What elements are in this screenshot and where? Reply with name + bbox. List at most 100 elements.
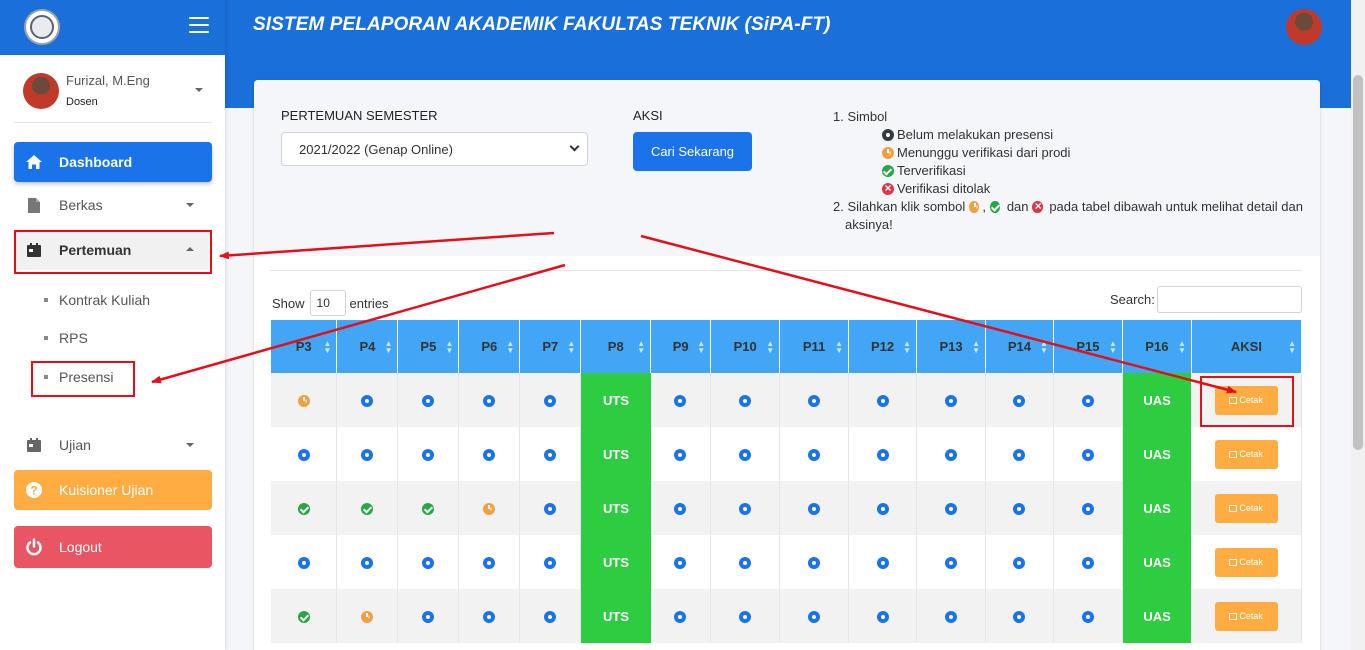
page-scrollbar[interactable] <box>1351 0 1365 650</box>
dot-circle-icon[interactable] <box>945 449 957 462</box>
sidebar-item-pertemuan[interactable]: Pertemuan <box>14 230 212 270</box>
dot-circle-icon[interactable] <box>483 611 496 624</box>
dot-circle-icon[interactable] <box>945 503 957 516</box>
cari-sekarang-button[interactable]: Cari Sekarang <box>633 132 752 171</box>
dot-circle-icon[interactable] <box>1013 449 1026 462</box>
cetak-button[interactable]: Cetak <box>1214 493 1278 523</box>
dot-circle-icon[interactable] <box>1081 395 1094 408</box>
dot-circle-icon[interactable] <box>1013 395 1026 408</box>
user-panel[interactable]: Furizal, M.Eng Dosen <box>14 65 212 123</box>
sidebar-subitem-kontrak-kuliah[interactable]: Kontrak Kuliah <box>44 292 150 308</box>
dot-circle-icon[interactable] <box>422 557 435 570</box>
dot-circle-icon[interactable] <box>945 395 957 408</box>
clock-icon[interactable] <box>483 503 496 516</box>
dot-circle-icon[interactable] <box>808 395 821 408</box>
dot-circle-icon[interactable] <box>1013 557 1026 570</box>
check-circle-icon[interactable] <box>297 611 310 624</box>
dot-circle-icon[interactable] <box>945 611 957 624</box>
dot-circle-icon[interactable] <box>808 611 821 624</box>
check-circle-icon[interactable] <box>361 503 374 516</box>
dot-circle-icon[interactable] <box>739 449 752 462</box>
sidebar-item-berkas[interactable]: Berkas <box>14 185 212 225</box>
semester-select[interactable]: 2021/2022 (Genap Online) <box>281 132 588 166</box>
scrollbar-thumb[interactable] <box>1353 75 1363 450</box>
dot-circle-icon[interactable] <box>674 611 687 624</box>
cetak-button[interactable]: Cetak <box>1214 547 1278 577</box>
cetak-button[interactable]: Cetak <box>1214 385 1278 415</box>
column-header[interactable]: P10 ▲ ▼ <box>710 320 781 373</box>
dot-circle-icon[interactable] <box>297 449 310 462</box>
column-header[interactable]: P3 ▲ ▼ <box>271 320 338 373</box>
column-header[interactable]: P12 ▲ ▼ <box>848 320 918 373</box>
dot-circle-icon[interactable] <box>1081 449 1094 462</box>
column-header[interactable]: P5 ▲ ▼ <box>397 320 460 373</box>
dot-circle-icon[interactable] <box>361 395 374 408</box>
dot-circle-icon[interactable] <box>739 395 752 408</box>
dot-circle-icon[interactable] <box>361 557 374 570</box>
dot-circle-icon[interactable] <box>544 557 557 570</box>
dot-circle-icon[interactable] <box>544 503 557 516</box>
dot-circle-icon[interactable] <box>483 449 496 462</box>
sidebar-item-ujian[interactable]: Ujian <box>14 425 212 465</box>
column-header[interactable]: P15 ▲ ▼ <box>1053 320 1123 373</box>
column-header[interactable]: P8 ▲ ▼ <box>580 320 652 373</box>
sidebar-item-kuisioner-ujian[interactable]: ? Kuisioner Ujian <box>14 470 212 510</box>
column-header[interactable]: P7 ▲ ▼ <box>519 320 582 373</box>
dot-circle-icon[interactable] <box>876 449 889 462</box>
column-header[interactable]: P14 ▲ ▼ <box>985 320 1054 373</box>
dot-circle-icon[interactable] <box>361 449 374 462</box>
dot-circle-icon[interactable] <box>1081 611 1094 624</box>
dot-circle-icon[interactable] <box>422 395 435 408</box>
entries-select[interactable]: 10 <box>309 290 346 316</box>
dot-circle-icon[interactable] <box>1081 557 1094 570</box>
column-header[interactable]: P13 ▲ ▼ <box>916 320 986 373</box>
dot-circle-icon[interactable] <box>297 557 310 570</box>
sidebar-item-logout[interactable]: Logout <box>14 526 212 568</box>
dot-circle-icon[interactable] <box>674 395 687 408</box>
sidebar-item-dashboard[interactable]: Dashboard <box>14 142 212 182</box>
menu-toggle-icon[interactable] <box>189 17 209 33</box>
header-avatar[interactable] <box>1286 9 1322 45</box>
search-input[interactable] <box>1157 286 1302 313</box>
check-circle-icon[interactable] <box>422 503 435 516</box>
sidebar-subitem-rps[interactable]: RPS <box>44 330 88 346</box>
dot-circle-icon[interactable] <box>876 611 889 624</box>
dot-circle-icon[interactable] <box>483 557 496 570</box>
dot-circle-icon[interactable] <box>674 503 687 516</box>
dot-circle-icon[interactable] <box>1081 503 1094 516</box>
dot-circle-icon[interactable] <box>1013 611 1026 624</box>
dot-circle-icon[interactable] <box>739 611 752 624</box>
column-header[interactable]: P6 ▲ ▼ <box>458 320 521 373</box>
dot-circle-icon[interactable] <box>544 611 557 624</box>
dot-circle-icon[interactable] <box>544 449 557 462</box>
dot-circle-icon[interactable] <box>945 557 957 570</box>
dot-circle-icon[interactable] <box>422 449 435 462</box>
clock-icon[interactable] <box>297 395 310 408</box>
column-header[interactable]: P9 ▲ ▼ <box>650 320 712 373</box>
column-header[interactable]: P4 ▲ ▼ <box>336 320 399 373</box>
dot-circle-icon[interactable] <box>483 395 496 408</box>
sidebar-subitem-presensi[interactable]: Presensi <box>44 369 113 385</box>
column-header[interactable]: P16 ▲ ▼ <box>1122 320 1192 373</box>
dot-circle-icon[interactable] <box>808 503 821 516</box>
sort-icon: ▲ ▼ <box>445 339 454 355</box>
dot-circle-icon[interactable] <box>808 449 821 462</box>
dot-circle-icon[interactable] <box>1013 503 1026 516</box>
dot-circle-icon[interactable] <box>422 611 435 624</box>
cetak-button[interactable]: Cetak <box>1214 439 1278 469</box>
dot-circle-icon[interactable] <box>739 557 752 570</box>
column-header[interactable]: AKSI ▲ ▼ <box>1191 320 1302 373</box>
dot-circle-icon[interactable] <box>876 503 889 516</box>
cetak-button[interactable]: Cetak <box>1214 601 1278 631</box>
column-header-label: AKSI <box>1230 339 1262 354</box>
column-header[interactable]: P11 ▲ ▼ <box>779 320 850 373</box>
clock-icon[interactable] <box>361 611 374 624</box>
dot-circle-icon[interactable] <box>674 557 687 570</box>
dot-circle-icon[interactable] <box>739 503 752 516</box>
dot-circle-icon[interactable] <box>876 557 889 570</box>
check-circle-icon[interactable] <box>297 503 310 516</box>
dot-circle-icon[interactable] <box>808 557 821 570</box>
dot-circle-icon[interactable] <box>544 395 557 408</box>
dot-circle-icon[interactable] <box>674 449 687 462</box>
dot-circle-icon[interactable] <box>876 395 889 408</box>
